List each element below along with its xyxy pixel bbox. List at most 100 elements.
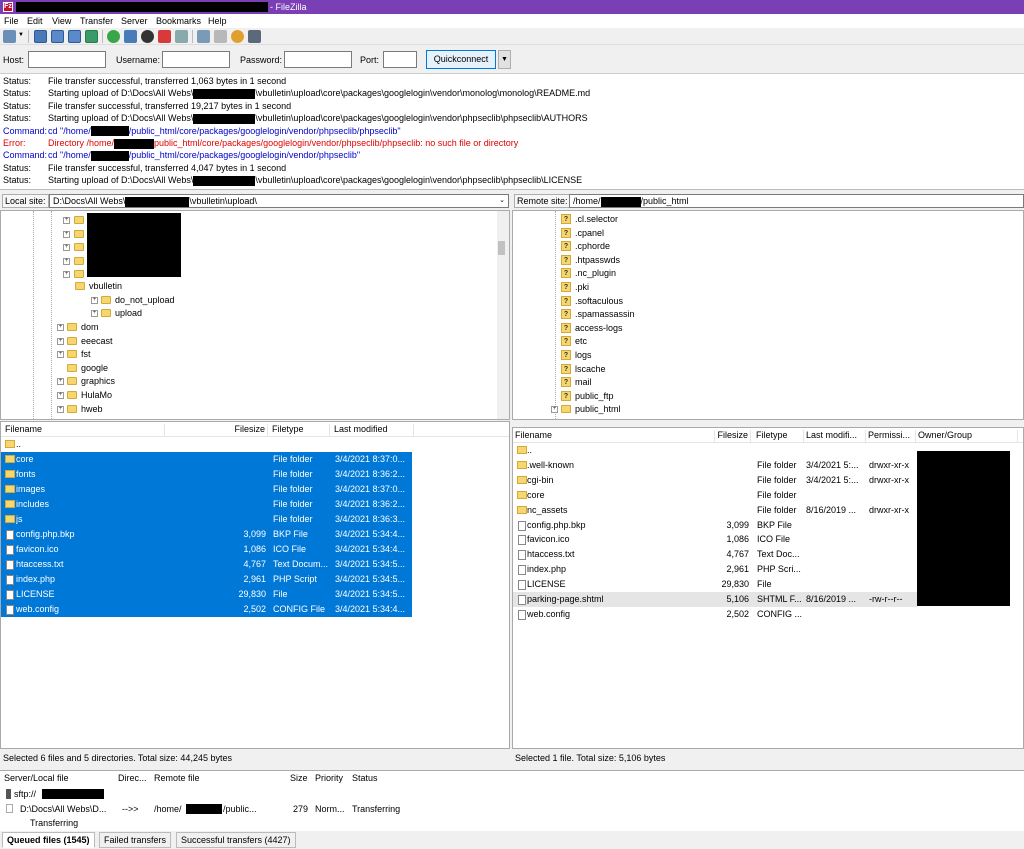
local-file-list[interactable]: Filename Filesize Filetype Last modified… (0, 421, 510, 749)
table-row[interactable]: web.config 2,502 CONFIG File 3/4/2021 5:34:… (1, 602, 412, 617)
table-row[interactable]: index.php 2,961 PHP Scri... (513, 562, 917, 577)
table-row[interactable]: index.php 2,961 PHP Script 3/4/2021 5:34:5.… (1, 572, 412, 587)
menu-file[interactable]: File (4, 15, 19, 27)
queue-col-size[interactable]: Size (290, 773, 308, 783)
table-row[interactable]: LICENSE 29,830 File 3/4/2021 5:34:5... (1, 587, 412, 602)
local-path-input[interactable]: D:\Docs\All Webs\ \vbulletin\upload\ ⌄ (49, 194, 509, 208)
disconnect-icon[interactable] (158, 30, 171, 43)
expand-icon[interactable]: + (63, 244, 70, 252)
tree-node[interactable]: ? etc (561, 335, 761, 348)
message-log[interactable]: Status: File transfer successful, transfe… (0, 74, 1024, 190)
expand-icon[interactable]: + (63, 271, 70, 279)
column-last-modified[interactable]: Last modified (334, 424, 414, 437)
quickconnect-button[interactable]: Quickconnect (426, 50, 496, 69)
chevron-down-icon[interactable]: ▼ (18, 32, 24, 38)
tree-node[interactable]: ? .spamassassin (561, 308, 761, 321)
tree-node[interactable]: + hweb (57, 403, 263, 416)
reconnect-icon[interactable] (175, 30, 188, 43)
toggle-log-icon[interactable] (34, 30, 47, 43)
table-row[interactable]: .. (1, 437, 509, 452)
remote-path-input[interactable]: /home/ /public_html (569, 194, 1024, 208)
tree-node[interactable]: + eeecast (57, 335, 263, 348)
column-filename[interactable]: Filename (515, 430, 715, 443)
column-last-modified[interactable]: Last modifi... (806, 430, 866, 443)
queue-col-direction[interactable]: Direc... (118, 773, 147, 783)
table-row[interactable]: config.php.bkp 3,099 BKP File 3/4/2021 5:34… (1, 527, 412, 542)
expand-icon[interactable]: + (57, 324, 64, 331)
toggle-queue-icon[interactable] (85, 30, 98, 43)
menu-view[interactable]: View (52, 15, 71, 27)
expand-icon[interactable]: + (57, 378, 64, 385)
table-row[interactable]: config.php.bkp 3,099 BKP File (513, 518, 917, 533)
cancel-icon[interactable] (141, 30, 154, 43)
column-filesize[interactable]: Filesize (715, 430, 751, 443)
table-row[interactable]: .. (513, 443, 917, 458)
password-input[interactable] (284, 51, 352, 68)
tree-node[interactable]: + fst (57, 348, 263, 361)
table-row[interactable]: LICENSE 29,830 File (513, 577, 917, 592)
local-tree-scrollbar[interactable] (497, 211, 509, 419)
tree-node[interactable]: + graphics (57, 375, 263, 388)
column-permissions[interactable]: Permissi... (868, 430, 916, 443)
scrollbar-thumb[interactable] (498, 241, 505, 255)
host-input[interactable] (28, 51, 106, 68)
tree-node[interactable]: + (63, 241, 93, 254)
tree-node[interactable]: + do_not_upload (91, 294, 297, 307)
table-row[interactable]: parking-page.shtml 5,106 SHTML F... 8/16/20… (513, 592, 917, 607)
expand-icon[interactable]: + (57, 351, 64, 358)
column-filetype[interactable]: Filetype (756, 430, 804, 443)
toggle-local-tree-icon[interactable] (51, 30, 64, 43)
quickconnect-dropdown-icon[interactable]: ▼ (498, 50, 511, 69)
tree-node[interactable]: ? .softaculous (561, 295, 761, 308)
expand-icon[interactable]: + (63, 257, 70, 265)
expand-icon[interactable]: + (63, 217, 70, 224)
menu-bookmarks[interactable]: Bookmarks (156, 15, 201, 27)
tree-node[interactable]: ? logs (561, 349, 761, 362)
column-filesize[interactable]: Filesize (165, 424, 268, 437)
tree-node[interactable]: ? access-logs (561, 322, 761, 335)
site-manager-icon[interactable] (3, 30, 16, 43)
tree-node[interactable]: + public_html (551, 403, 761, 416)
tree-node[interactable]: ? .cphorde (561, 240, 761, 253)
username-input[interactable] (162, 51, 230, 68)
expand-icon[interactable]: + (551, 406, 558, 414)
menu-help[interactable]: Help (208, 15, 227, 27)
remote-file-list[interactable]: Filename Filesize Filetype Last modifi..… (512, 427, 1024, 749)
tab-queued-files[interactable]: Queued files (1545) (2, 832, 95, 848)
table-row[interactable]: favicon.ico 1,086 ICO File (513, 532, 917, 547)
refresh-icon[interactable] (107, 30, 120, 43)
table-row[interactable]: fonts File folder 3/4/2021 8:36:2... (1, 467, 412, 482)
tree-node[interactable]: + dom (57, 321, 263, 334)
queue-col-priority[interactable]: Priority (315, 773, 343, 783)
table-row[interactable]: core File folder (513, 488, 917, 503)
queue-col-server[interactable]: Server/Local file (4, 773, 69, 783)
expand-icon[interactable]: + (91, 297, 98, 304)
table-row[interactable]: .well-known File folder 3/4/2021 5:... drwx… (513, 458, 917, 473)
tree-node[interactable]: ? mail (561, 376, 761, 389)
tree-node[interactable]: ? .cl.selector (561, 213, 761, 226)
table-row[interactable]: images File folder 3/4/2021 8:37:0... (1, 482, 412, 497)
tree-node[interactable]: google (63, 362, 263, 375)
table-row[interactable]: js File folder 3/4/2021 8:36:3... (1, 512, 412, 527)
expand-icon[interactable]: + (57, 338, 64, 345)
queue-server[interactable]: sftp:// (14, 789, 36, 799)
queue-col-remote[interactable]: Remote file (154, 773, 200, 783)
expand-icon[interactable]: + (91, 310, 98, 317)
search-icon[interactable] (248, 30, 261, 43)
filter-icon[interactable] (197, 30, 210, 43)
sync-browse-icon[interactable] (231, 30, 244, 43)
tree-node[interactable]: + (63, 228, 93, 241)
tab-successful-transfers[interactable]: Successful transfers (4427) (176, 832, 296, 848)
expand-icon[interactable]: + (63, 230, 70, 238)
tree-node[interactable]: ? .htpasswds (561, 254, 761, 267)
column-owner-group[interactable]: Owner/Group (918, 430, 1018, 443)
tree-node[interactable]: + (63, 214, 93, 227)
table-row[interactable]: web.config 2,502 CONFIG ... (513, 607, 917, 622)
queue-col-status[interactable]: Status (352, 773, 378, 783)
port-input[interactable] (383, 51, 417, 68)
table-row[interactable]: htaccess.txt 4,767 Text Docum... 3/4/2021 5… (1, 557, 412, 572)
queue-local-file[interactable]: D:\Docs\All Webs\D... (20, 804, 106, 814)
chevron-down-icon[interactable]: ⌄ (499, 195, 505, 207)
column-filename[interactable]: Filename (5, 424, 165, 437)
toggle-remote-tree-icon[interactable] (68, 30, 81, 43)
